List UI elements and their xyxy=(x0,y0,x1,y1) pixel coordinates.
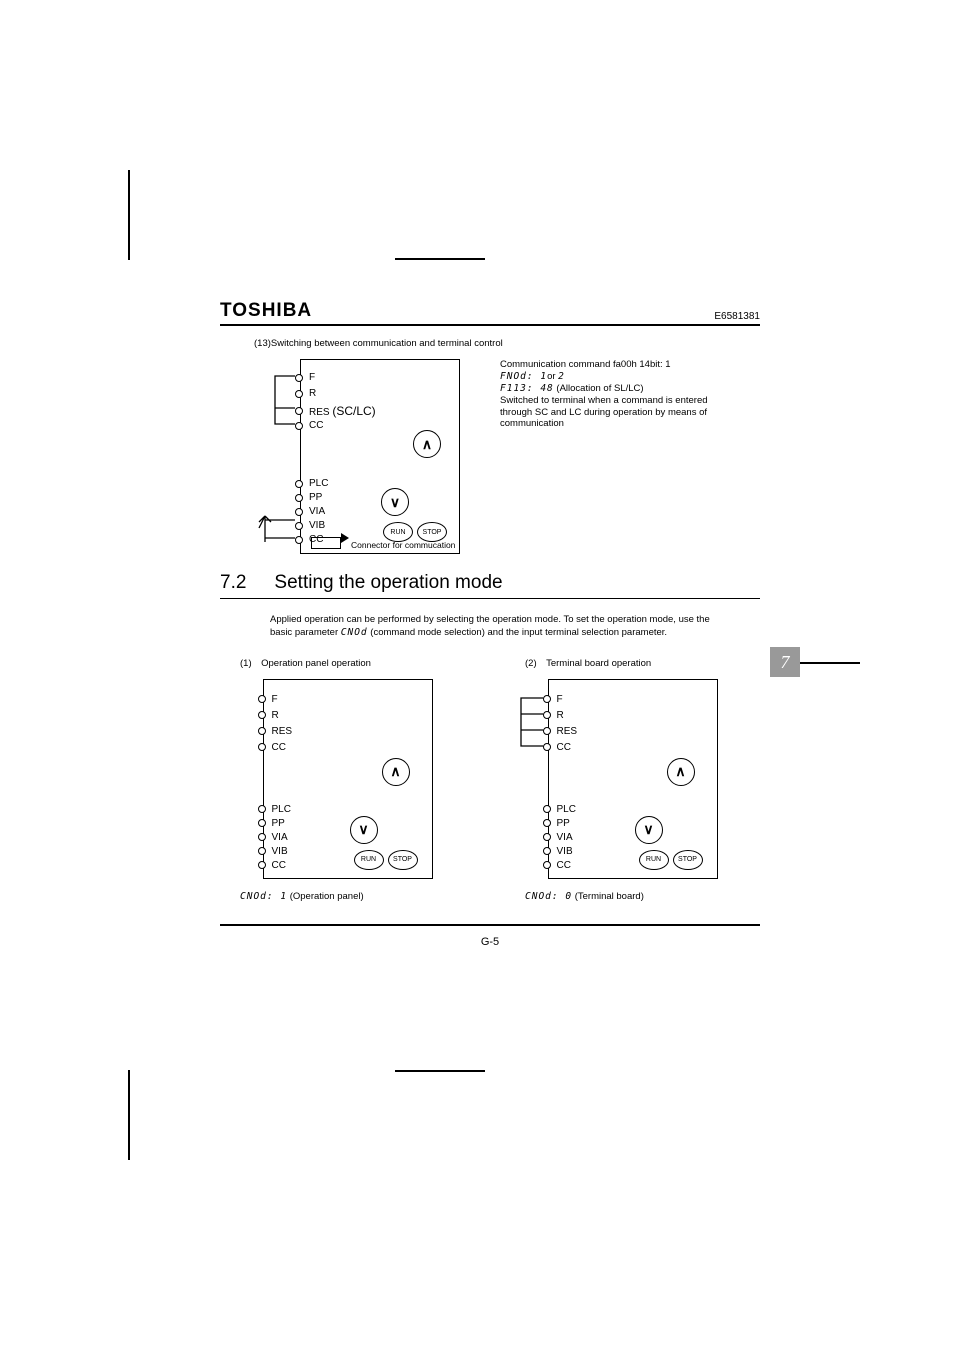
wiring xyxy=(259,370,301,550)
doc-number: E6581381 xyxy=(714,311,760,322)
section-tab: 7 xyxy=(770,647,800,677)
run-button: RUN xyxy=(639,850,669,870)
terminal-label: RES xyxy=(557,726,578,737)
connector-box xyxy=(311,537,341,549)
terminal-label: VIA xyxy=(272,832,288,843)
terminal-label: PP xyxy=(272,818,285,829)
inverter-device: F R RES CC PLC PP VIA VIB CC ∧ ∨ RUN STO… xyxy=(263,679,433,879)
inverter-device: F R RES (SC/LC) CC PLC PP VIA VIB CC xyxy=(300,359,460,554)
terminal-label: PP xyxy=(557,818,570,829)
section-title: Setting the operation mode xyxy=(274,572,502,594)
connector-label: Connector for commucation xyxy=(351,540,455,550)
terminal-label: F xyxy=(309,372,315,383)
terminal-label: PLC xyxy=(309,478,328,489)
command-note: Communication command fa00h 14bit: 1 FNO… xyxy=(500,359,730,430)
down-button: ∨ xyxy=(350,816,378,844)
run-button: RUN xyxy=(354,850,384,870)
terminal-label: VIB xyxy=(309,520,325,531)
down-button: ∨ xyxy=(635,816,663,844)
footer-rule xyxy=(220,924,760,926)
terminal-label: VIA xyxy=(557,832,573,843)
arrow-icon xyxy=(341,533,349,543)
note-line: Communication command fa00h 14bit: 1 xyxy=(500,359,730,371)
crop-mark xyxy=(128,170,130,260)
note-line: Switched to terminal when a command is e… xyxy=(500,395,730,431)
crop-mark xyxy=(395,258,485,260)
terminal-label: PLC xyxy=(272,804,291,815)
terminal-label: R xyxy=(272,710,279,721)
terminal-label: F xyxy=(557,694,563,705)
diagram-13: F R RES (SC/LC) CC PLC PP VIA VIB CC xyxy=(300,359,460,554)
terminal-label: CC xyxy=(272,742,286,753)
header-rule xyxy=(220,324,760,326)
terminal-label: CC xyxy=(557,742,571,753)
col2-caption: CNOd: 0 (Terminal board) xyxy=(525,891,644,902)
terminal-label: CC xyxy=(557,860,571,871)
terminal-label: R xyxy=(557,710,564,721)
run-button: RUN xyxy=(383,522,413,542)
panel-buttons: ∧ xyxy=(413,430,441,458)
terminal-label: VIB xyxy=(557,846,573,857)
up-button: ∧ xyxy=(413,430,441,458)
terminal-label: CC xyxy=(309,420,323,431)
terminal-label: R xyxy=(309,388,316,399)
item-13-title: (13)Switching between communication and … xyxy=(278,338,760,349)
page-header: TOSHIBA E6581381 xyxy=(220,300,760,326)
note-line: FNOd: 1or 2 xyxy=(500,371,730,383)
terminal-label: CC xyxy=(272,860,286,871)
column-2: (2) Terminal board operation F R RES CC … xyxy=(505,658,760,902)
section-heading: 7.2 Setting the operation mode xyxy=(220,572,760,599)
terminal-label: PP xyxy=(309,492,322,503)
up-button: ∧ xyxy=(382,758,410,786)
terminal-label: VIB xyxy=(272,846,288,857)
two-column-diagrams: (1) Operation panel operation F R RES CC… xyxy=(220,658,760,902)
stop-button: STOP xyxy=(673,850,703,870)
logo: TOSHIBA xyxy=(220,300,312,322)
terminal-label: RES (SC/LC) xyxy=(309,404,376,418)
col1-title: (1) Operation panel operation xyxy=(240,658,371,669)
section-paragraph: Applied operation can be performed by se… xyxy=(270,613,720,640)
up-button: ∧ xyxy=(667,758,695,786)
wiring xyxy=(511,692,549,752)
stop-button: STOP xyxy=(417,522,447,542)
crop-mark xyxy=(128,1070,130,1160)
note-line: F113: 48 (Allocation of SL/LC) xyxy=(500,383,730,395)
page-number: G-5 xyxy=(220,936,760,948)
col1-caption: CNOd: 1 (Operation panel) xyxy=(240,891,364,902)
down-button: ∨ xyxy=(381,488,409,516)
inverter-device: F R RES CC PLC PP VIA VIB CC ∧ ∨ RUN STO… xyxy=(548,679,718,879)
page-content: TOSHIBA E6581381 (13)Switching between c… xyxy=(220,300,760,948)
column-1: (1) Operation panel operation F R RES CC… xyxy=(220,658,475,902)
section-number: 7.2 xyxy=(220,572,246,594)
terminal-label: RES xyxy=(272,726,293,737)
col2-title: (2) Terminal board operation xyxy=(525,658,651,669)
stop-button: STOP xyxy=(388,850,418,870)
terminal-label: PLC xyxy=(557,804,576,815)
crop-mark xyxy=(395,1070,485,1072)
crop-mark xyxy=(790,662,860,664)
terminal-label: VIA xyxy=(309,506,325,517)
terminal-label: F xyxy=(272,694,278,705)
